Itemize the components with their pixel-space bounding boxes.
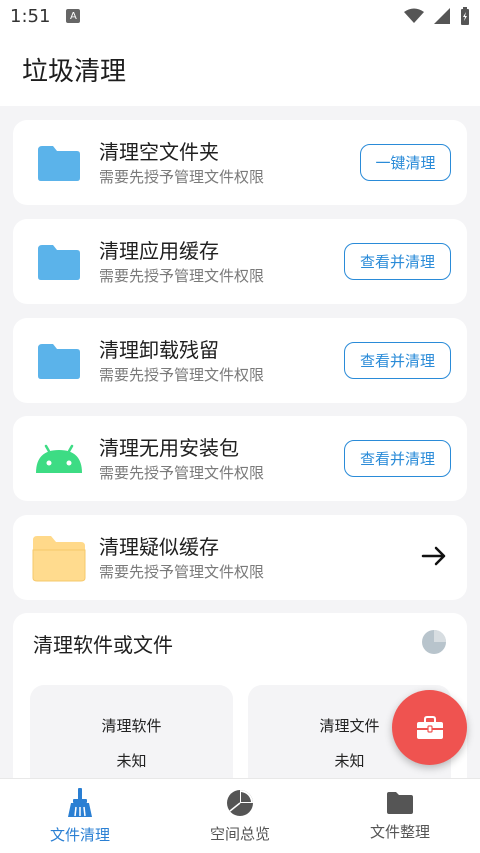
card-title: 清理应用缓存 — [99, 238, 219, 263]
card-subtitle: 需要先授予管理文件权限 — [99, 167, 265, 186]
battery-icon — [461, 7, 469, 25]
card-subtitle: 需要先授予管理文件权限 — [99, 266, 265, 285]
nav-space-overview[interactable]: 空间总览 — [160, 779, 320, 853]
card-uninstall-residue: 清理卸载残留 需要先授予管理文件权限 查看并清理 — [13, 318, 467, 403]
view-and-clean-button[interactable]: 查看并清理 — [344, 440, 451, 477]
app-header: 垃圾清理 — [0, 32, 480, 106]
section-title: 清理软件或文件 — [33, 633, 173, 657]
card-subtitle: 需要先授予管理文件权限 — [99, 562, 265, 581]
toolbox-fab-button[interactable] — [392, 690, 467, 765]
tile-value: 未知 — [116, 752, 147, 770]
card-empty-folders: 清理空文件夹 需要先授予管理文件权限 一键清理 — [13, 120, 467, 205]
pie-chart-icon[interactable] — [421, 629, 447, 655]
arrow-right-icon[interactable] — [419, 541, 449, 571]
card-useless-apk: 清理无用安装包 需要先授予管理文件权限 查看并清理 — [13, 416, 467, 501]
open-folder-icon — [29, 528, 89, 588]
signal-icon — [434, 8, 450, 24]
status-time: 1:51 — [10, 5, 51, 27]
page-title: 垃圾清理 — [22, 56, 127, 87]
status-icons — [404, 7, 470, 25]
card-subtitle: 需要先授予管理文件权限 — [99, 463, 265, 482]
pie-chart-icon — [227, 789, 253, 816]
folder-icon — [29, 133, 89, 193]
nav-label: 文件整理 — [369, 822, 430, 841]
folder-icon — [29, 232, 89, 292]
one-click-clean-button[interactable]: 一键清理 — [360, 144, 451, 181]
clean-software-section: 清理软件或文件 清理软件 未知 清理文件 未知 — [13, 613, 467, 805]
tile-label: 清理软件 — [101, 717, 162, 735]
card-title: 清理空文件夹 — [99, 139, 219, 164]
folder-icon — [387, 791, 413, 814]
card-title: 清理卸载残留 — [99, 337, 219, 362]
view-and-clean-button[interactable]: 查看并清理 — [344, 243, 451, 280]
nav-label: 文件清理 — [49, 825, 110, 844]
android-icon — [29, 429, 89, 489]
nav-label: 空间总览 — [209, 824, 270, 843]
nav-file-clean[interactable]: 文件清理 — [0, 779, 160, 853]
card-title: 清理无用安装包 — [99, 435, 239, 460]
broom-icon — [68, 787, 92, 817]
card-title: 清理疑似缓存 — [99, 534, 219, 559]
toolbox-icon — [416, 715, 443, 739]
view-and-clean-button[interactable]: 查看并清理 — [344, 342, 451, 379]
status-bar: 1:51 A — [0, 0, 480, 32]
card-suspected-cache[interactable]: 清理疑似缓存 需要先授予管理文件权限 — [13, 515, 467, 600]
bottom-navigation: 文件清理 空间总览 文件整理 — [0, 778, 480, 853]
card-app-cache: 清理应用缓存 需要先授予管理文件权限 查看并清理 — [13, 219, 467, 304]
wifi-icon — [404, 8, 424, 23]
nav-file-organize[interactable]: 文件整理 — [320, 779, 480, 853]
folder-icon — [29, 331, 89, 391]
card-subtitle: 需要先授予管理文件权限 — [99, 365, 265, 384]
notification-a-icon: A — [66, 9, 81, 23]
